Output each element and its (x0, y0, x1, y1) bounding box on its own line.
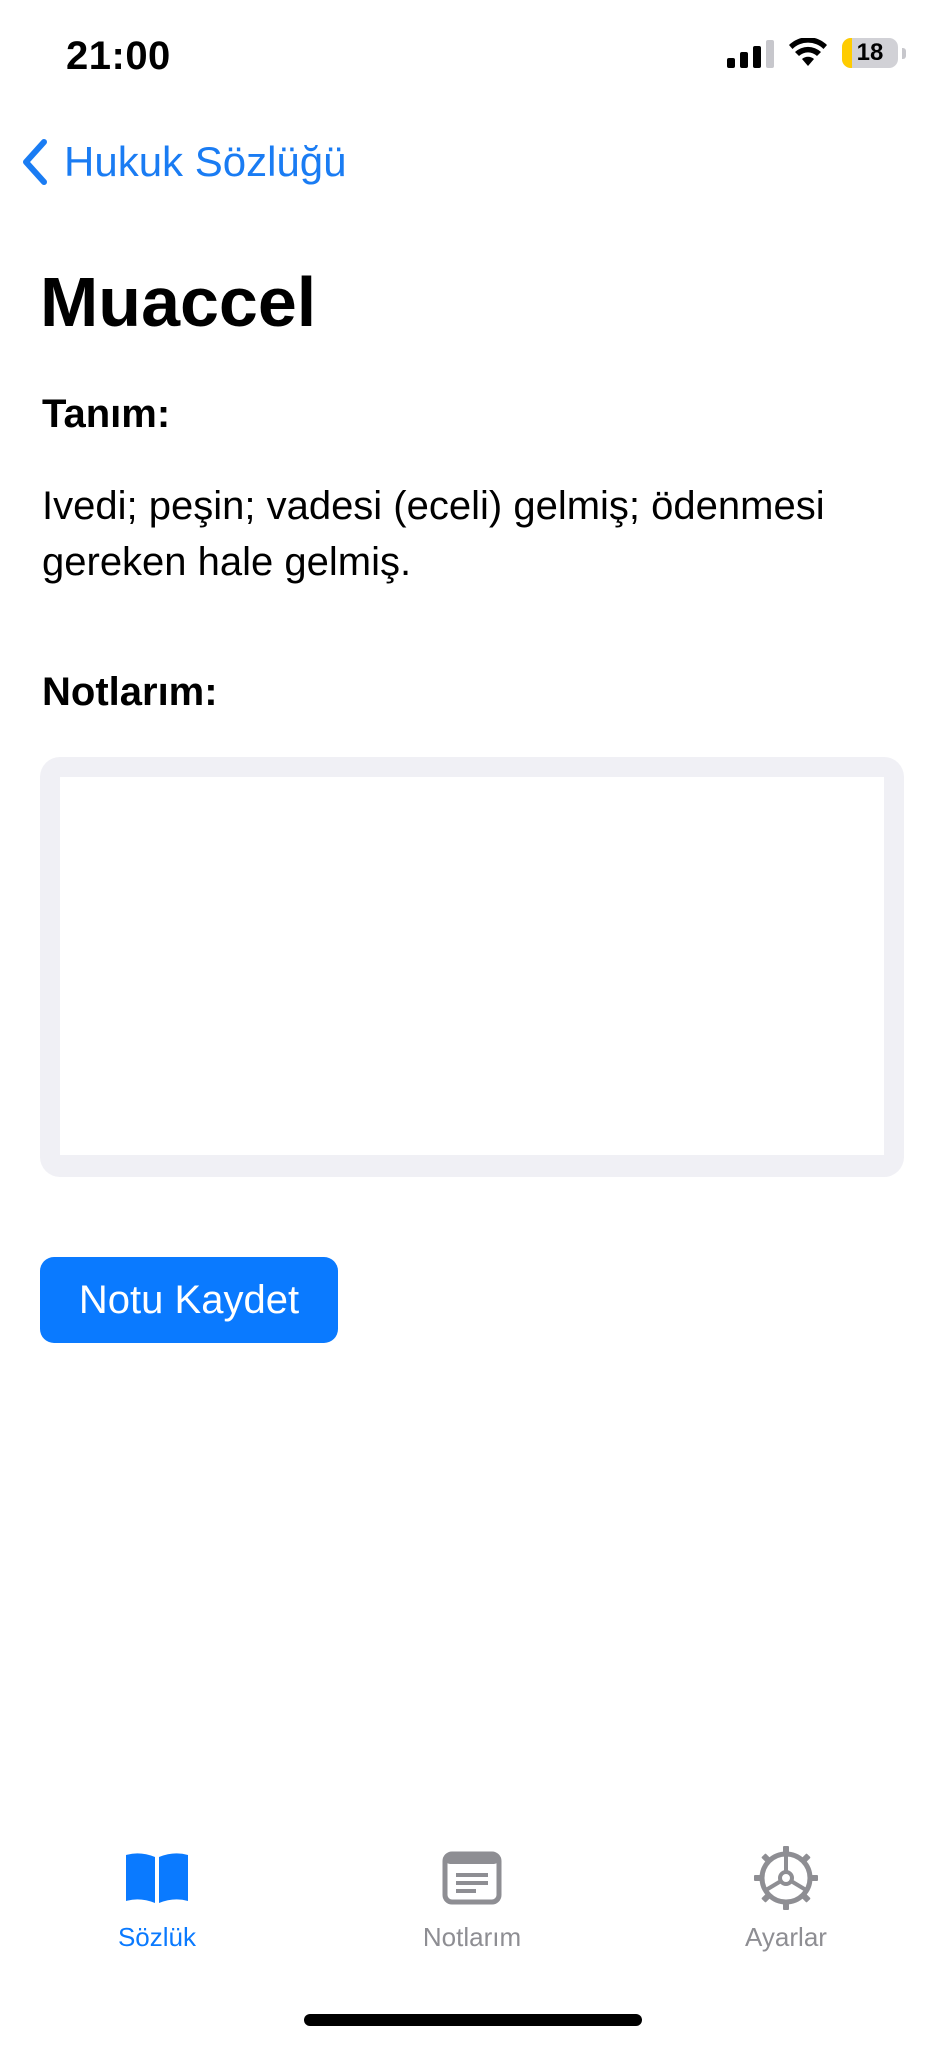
save-note-button[interactable]: Notu Kaydet (40, 1257, 338, 1343)
cellular-signal-icon (727, 38, 774, 68)
wifi-icon (789, 38, 827, 66)
tab-sozluk[interactable]: Sözlük (57, 1846, 257, 1953)
tab-label: Notlarım (422, 1922, 522, 1952)
book-icon (126, 1853, 188, 1903)
tab-label: Sözlük (117, 1922, 197, 1952)
definition-heading: Tanım: (42, 392, 171, 436)
page-title: Muaccel (40, 263, 317, 341)
home-indicator (304, 2014, 642, 2026)
notes-frame (40, 757, 904, 1177)
tab-label: Ayarlar (745, 1922, 827, 1952)
back-button-label: Hukuk Sözlüğü (64, 138, 347, 185)
battery-icon: 18 (842, 38, 898, 68)
tab-ayarlar[interactable]: Ayarlar (686, 1846, 886, 1953)
definition-text: Ivedi; peşin; vadesi (eceli) gelmiş; öde… (42, 484, 825, 584)
battery-cap (902, 47, 906, 59)
note-icon (442, 1851, 502, 1905)
gear-icon (754, 1846, 818, 1910)
status-time: 21:00 (66, 34, 171, 78)
tab-bar: Sözlük Notlarım Ayarlar (0, 1846, 946, 1956)
chevron-left-icon (23, 139, 47, 185)
tab-notlarim[interactable]: Notlarım (372, 1846, 572, 1953)
back-button[interactable]: Hukuk Sözlüğü (20, 138, 347, 186)
notes-input[interactable] (60, 777, 884, 1155)
notes-heading: Notlarım: (42, 670, 218, 714)
status-icons: 18 (727, 38, 906, 68)
battery-level: 18 (856, 39, 884, 66)
